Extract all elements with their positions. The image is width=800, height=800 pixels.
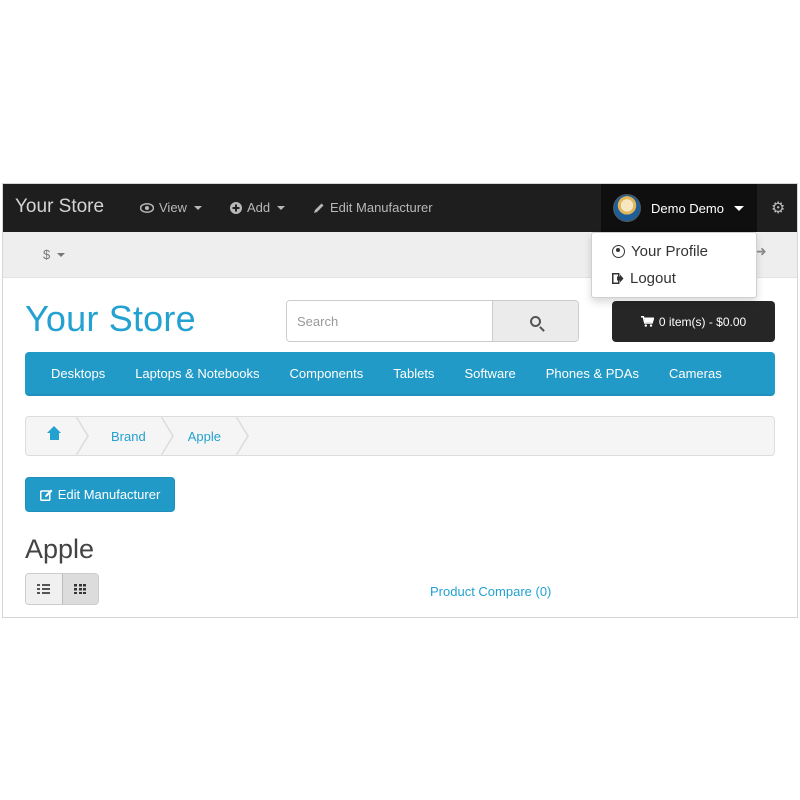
view-menu-label: View [159,200,187,215]
chevron-down-icon [57,252,66,257]
page-title: Apple [25,534,95,564]
logout-item[interactable]: Logout [612,270,676,287]
grid-icon [74,584,87,594]
user-circle-icon [612,245,625,258]
search-icon [530,315,541,327]
list-view-button[interactable] [26,574,62,604]
currency-selector[interactable]: $ [43,247,66,262]
your-profile-label: Your Profile [631,243,708,260]
cart-button[interactable]: 0 item(s) - $0.00 [612,301,775,342]
eye-icon [140,202,154,213]
breadcrumb-brand-label: Brand [111,428,146,444]
sign-out-icon [612,273,624,284]
breadcrumb-home[interactable] [26,417,91,455]
edit-manufacturer-button-label: Edit Manufacturer [57,487,161,502]
home-icon [47,425,61,442]
caret-down-icon [733,205,744,211]
breadcrumb-separator [234,417,249,455]
browser-frame: Your Store View Add Edit Manufacturer De… [2,183,798,618]
category-tablets[interactable]: Tablets [378,366,449,381]
currency-symbol: $ [43,247,51,262]
category-components[interactable]: Components [275,366,379,381]
grid-view-button[interactable] [61,574,98,604]
breadcrumb-separator [75,417,89,455]
admin-brand[interactable]: Your Store [15,196,104,218]
edit-manufacturer-link[interactable]: Edit Manufacturer [313,200,433,215]
shopping-cart-icon [640,316,654,327]
category-cameras[interactable]: Cameras [654,366,737,381]
breadcrumb-brand[interactable]: Brand [91,417,176,455]
category-menu: Desktops Laptops & Notebooks Components … [25,352,775,396]
avatar [613,194,641,222]
category-desktops[interactable]: Desktops [36,366,120,381]
list-icon [37,584,51,594]
edit-manufacturer-button[interactable]: Edit Manufacturer [25,477,175,512]
chevron-down-icon [277,205,286,210]
view-toggle-group [25,573,99,605]
breadcrumb: Brand Apple [25,416,775,456]
add-menu-label: Add [247,200,271,215]
store-logo[interactable]: Your Store [25,298,196,340]
plus-circle-icon [230,201,242,214]
user-dropdown-menu: Your Profile Logout [591,232,757,298]
pencil-icon [314,203,324,213]
user-name: Demo Demo [651,200,724,216]
product-compare-link[interactable]: Product Compare (0) [430,584,551,599]
search-bar [286,300,579,342]
breadcrumb-apple[interactable]: Apple [176,417,251,455]
category-laptops-notebooks[interactable]: Laptops & Notebooks [120,366,274,381]
cart-total: 0 item(s) - $0.00 [658,314,747,329]
search-input[interactable] [287,301,492,341]
category-software[interactable]: Software [449,366,530,381]
search-button[interactable] [492,301,578,341]
your-profile-item[interactable]: Your Profile [612,243,708,260]
breadcrumb-separator [159,417,174,455]
view-menu[interactable]: View [140,200,202,215]
gear-icon[interactable]: ⚙ [771,198,785,218]
chevron-down-icon [193,205,202,210]
logout-label: Logout [630,270,676,287]
category-phones-pdas[interactable]: Phones & PDAs [531,366,654,381]
user-menu-toggle[interactable]: Demo Demo [601,184,757,232]
breadcrumb-apple-label: Apple [187,428,221,444]
add-menu[interactable]: Add [230,200,286,215]
edit-manufacturer-label: Edit Manufacturer [330,200,433,215]
admin-bar: Your Store View Add Edit Manufacturer De… [3,184,797,232]
edit-icon [39,489,53,501]
